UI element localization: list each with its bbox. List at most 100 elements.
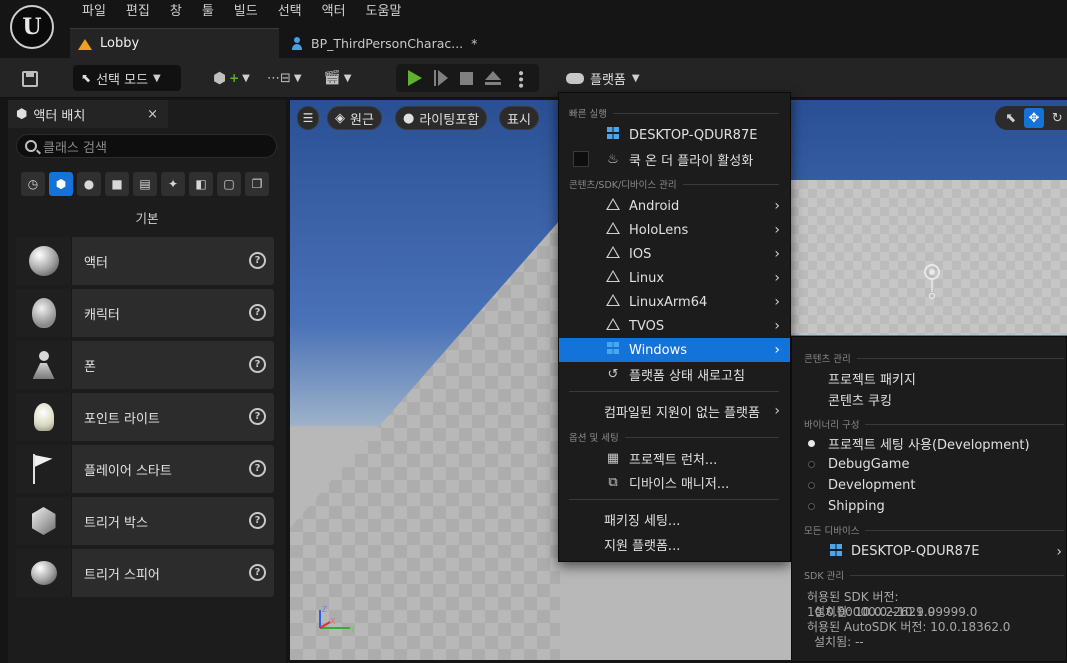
step-icon[interactable] xyxy=(434,70,448,86)
menu-item-windows[interactable]: Windows › xyxy=(559,338,790,362)
content-sdk-header: 콘텐츠/SDK/디바이스 관리 xyxy=(569,177,779,191)
visual-effects-sparkle-icon[interactable]: ✦ xyxy=(161,172,185,196)
add-content-button[interactable]: ⬢ + ▼ xyxy=(213,66,250,90)
menu-item-linux[interactable]: Linux › xyxy=(559,266,790,290)
menu-item-cook-on-the-fly[interactable]: ♨ 쿡 온 더 플라이 활성화 xyxy=(559,147,790,171)
list-item-trigger-sphere[interactable]: 트리거 스피어 ? xyxy=(16,549,274,597)
tab-lobby[interactable]: Lobby xyxy=(70,28,279,58)
eject-icon[interactable] xyxy=(485,70,501,86)
platform-label: IOS xyxy=(629,246,652,262)
recent-clock-icon[interactable]: ◷ xyxy=(21,172,45,196)
cinematic-clapper-icon[interactable]: ▤ xyxy=(133,172,157,196)
menu-item-cook-content[interactable]: 콘텐츠 쿠킹 xyxy=(792,389,1066,410)
play-icon[interactable] xyxy=(408,70,422,86)
radio-config-debuggame[interactable]: DebugGame xyxy=(792,454,1066,475)
menu-item-packaging-settings[interactable]: 패키징 세팅... xyxy=(559,507,790,531)
help-icon[interactable]: ? xyxy=(249,460,266,477)
help-icon[interactable]: ? xyxy=(249,564,266,581)
platforms-dropdown-menu: 빠른 실행 DESKTOP-QDUR87E ♨ 쿡 온 더 플라이 활성화 콘텐… xyxy=(558,92,791,562)
help-icon[interactable]: ? xyxy=(249,252,266,269)
basic-category-icon[interactable]: ⬢ xyxy=(49,172,73,196)
menu-item-quick-launch-device[interactable]: DESKTOP-QDUR87E xyxy=(559,123,790,147)
menu-help[interactable]: 도움말 xyxy=(356,2,412,22)
help-icon[interactable]: ? xyxy=(249,356,266,373)
rotate-icon[interactable]: ↻ xyxy=(1048,108,1067,128)
menu-item-supported-platforms[interactable]: 지원 플랫폼... xyxy=(559,532,790,556)
tab-bp-third-person[interactable]: BP_ThirdPersonCharac... * xyxy=(283,28,493,58)
menu-tools[interactable]: 툴 xyxy=(192,2,224,22)
help-icon[interactable]: ? xyxy=(249,304,266,321)
menu-item-package-project[interactable]: 프로젝트 패키지 xyxy=(792,368,1066,389)
menu-item-linuxarm64[interactable]: LinuxArm64 › xyxy=(559,290,790,314)
menu-item-device-manager[interactable]: ⧉ 디바이스 매니저... xyxy=(559,470,790,494)
blueprint-button[interactable]: ⋯⊟ ▼ xyxy=(267,66,302,90)
unreal-logo-icon[interactable]: U xyxy=(10,5,54,49)
category-title: 기본 xyxy=(135,211,159,226)
lighting-button[interactable]: ● 라이팅포함 xyxy=(395,106,488,130)
chevron-down-icon: ▼ xyxy=(293,72,302,84)
menu-build[interactable]: 빌드 xyxy=(224,2,268,22)
close-icon[interactable]: × xyxy=(147,107,158,122)
list-item-actor[interactable]: 액터 ? xyxy=(16,237,274,285)
radio-config-development[interactable]: Development xyxy=(792,475,1066,496)
list-item-point-light[interactable]: 포인트 라이트 ? xyxy=(16,393,274,441)
all-classes-icon[interactable]: ▢ xyxy=(217,172,241,196)
help-icon[interactable]: ? xyxy=(249,408,266,425)
chevron-down-icon: ▼ xyxy=(631,72,640,84)
class-search-input[interactable]: 클래스 검색 xyxy=(16,134,277,158)
windows-submenu: 콘텐츠 관리 프로젝트 패키지 콘텐츠 쿠킹 바이너리 구성 프로젝트 세팅 사… xyxy=(791,336,1067,662)
light-bulb-icon xyxy=(33,403,54,431)
more-options-icon[interactable]: ••• xyxy=(512,69,528,88)
perspective-button[interactable]: ◈ 원근 xyxy=(327,106,382,130)
stacked-layers-icon[interactable]: ❐ xyxy=(245,172,269,196)
search-placeholder: 클래스 검색 xyxy=(43,140,107,156)
platforms-label: 플랫폼 xyxy=(590,72,626,88)
menu-item-android[interactable]: Android › xyxy=(559,194,790,218)
chevron-down-icon: ▼ xyxy=(242,72,250,84)
cinematics-button[interactable]: 🎬︎ ▼ xyxy=(323,66,351,90)
show-button[interactable]: 표시 xyxy=(499,106,539,130)
menu-item-project-launcher[interactable]: ▦ 프로젝트 런처... xyxy=(559,446,790,470)
help-icon[interactable]: ? xyxy=(249,512,266,529)
menu-item-device[interactable]: DESKTOP-QDUR87E › xyxy=(792,541,1066,562)
volumes-icon[interactable]: ◧ xyxy=(189,172,213,196)
menu-item-hololens[interactable]: HoloLens › xyxy=(559,218,790,242)
menu-item-tvos[interactable]: TVOS › xyxy=(559,314,790,338)
menu-file[interactable]: 파일 xyxy=(72,2,116,22)
save-button[interactable] xyxy=(16,68,44,90)
select-cursor-icon[interactable]: ⬉ xyxy=(1001,108,1020,128)
list-item-player-start[interactable]: 플레이어 스타트 ? xyxy=(16,445,274,493)
list-item-trigger-box[interactable]: 트리거 박스 ? xyxy=(16,497,274,545)
radio-config-shipping[interactable]: Shipping xyxy=(792,496,1066,517)
menu-window[interactable]: 창 xyxy=(160,2,192,22)
refresh-icon: ↺ xyxy=(607,366,619,382)
chevron-right-icon: › xyxy=(774,198,780,214)
lights-bulb-icon[interactable]: ● xyxy=(77,172,101,196)
chevron-right-icon: › xyxy=(1056,543,1062,560)
viewport-menu-button[interactable]: ☰ xyxy=(297,106,319,130)
perspective-label: 원근 xyxy=(350,112,374,128)
mode-select-dropdown[interactable]: ⬉ 선택 모드 ▼ xyxy=(73,65,181,91)
shapes-cube-icon[interactable]: ■ xyxy=(105,172,129,196)
player-start-gizmo-icon[interactable] xyxy=(922,262,942,304)
stop-icon[interactable] xyxy=(460,71,473,85)
place-actors-icon: ⬢ xyxy=(16,106,28,122)
cook-on-fly-checkbox[interactable] xyxy=(573,151,589,167)
move-arrows-icon[interactable]: ✥ xyxy=(1024,108,1044,128)
tab-bp-label: BP_ThirdPersonCharac... xyxy=(311,35,464,51)
list-item-pawn[interactable]: 폰 ? xyxy=(16,341,274,389)
lighting-label: 라이팅포함 xyxy=(419,112,480,128)
menu-item-ios[interactable]: IOS › xyxy=(559,242,790,266)
radio-unselected-icon xyxy=(808,461,815,468)
menu-item-unsupported-platforms[interactable]: 컴파일된 지원이 없는 플랫폼 › xyxy=(559,399,790,423)
menu-select[interactable]: 선택 xyxy=(268,2,312,22)
device-icon: ⧉ xyxy=(608,474,618,490)
menu-edit[interactable]: 편집 xyxy=(116,2,160,22)
list-item-character[interactable]: 캐릭터 ? xyxy=(16,289,274,337)
menu-actor[interactable]: 액터 xyxy=(312,2,356,22)
launcher-icon: ▦ xyxy=(606,450,620,466)
platforms-button[interactable]: 플랫폼 ▼ xyxy=(562,64,652,92)
menu-item-refresh-platform-status[interactable]: ↺ 플랫폼 상태 새로고침 xyxy=(559,362,790,386)
radio-config-project-settings[interactable]: 프로젝트 세팅 사용(Development) xyxy=(792,433,1066,454)
place-actors-tab[interactable]: ⬢ 액터 배치 × xyxy=(8,100,168,128)
